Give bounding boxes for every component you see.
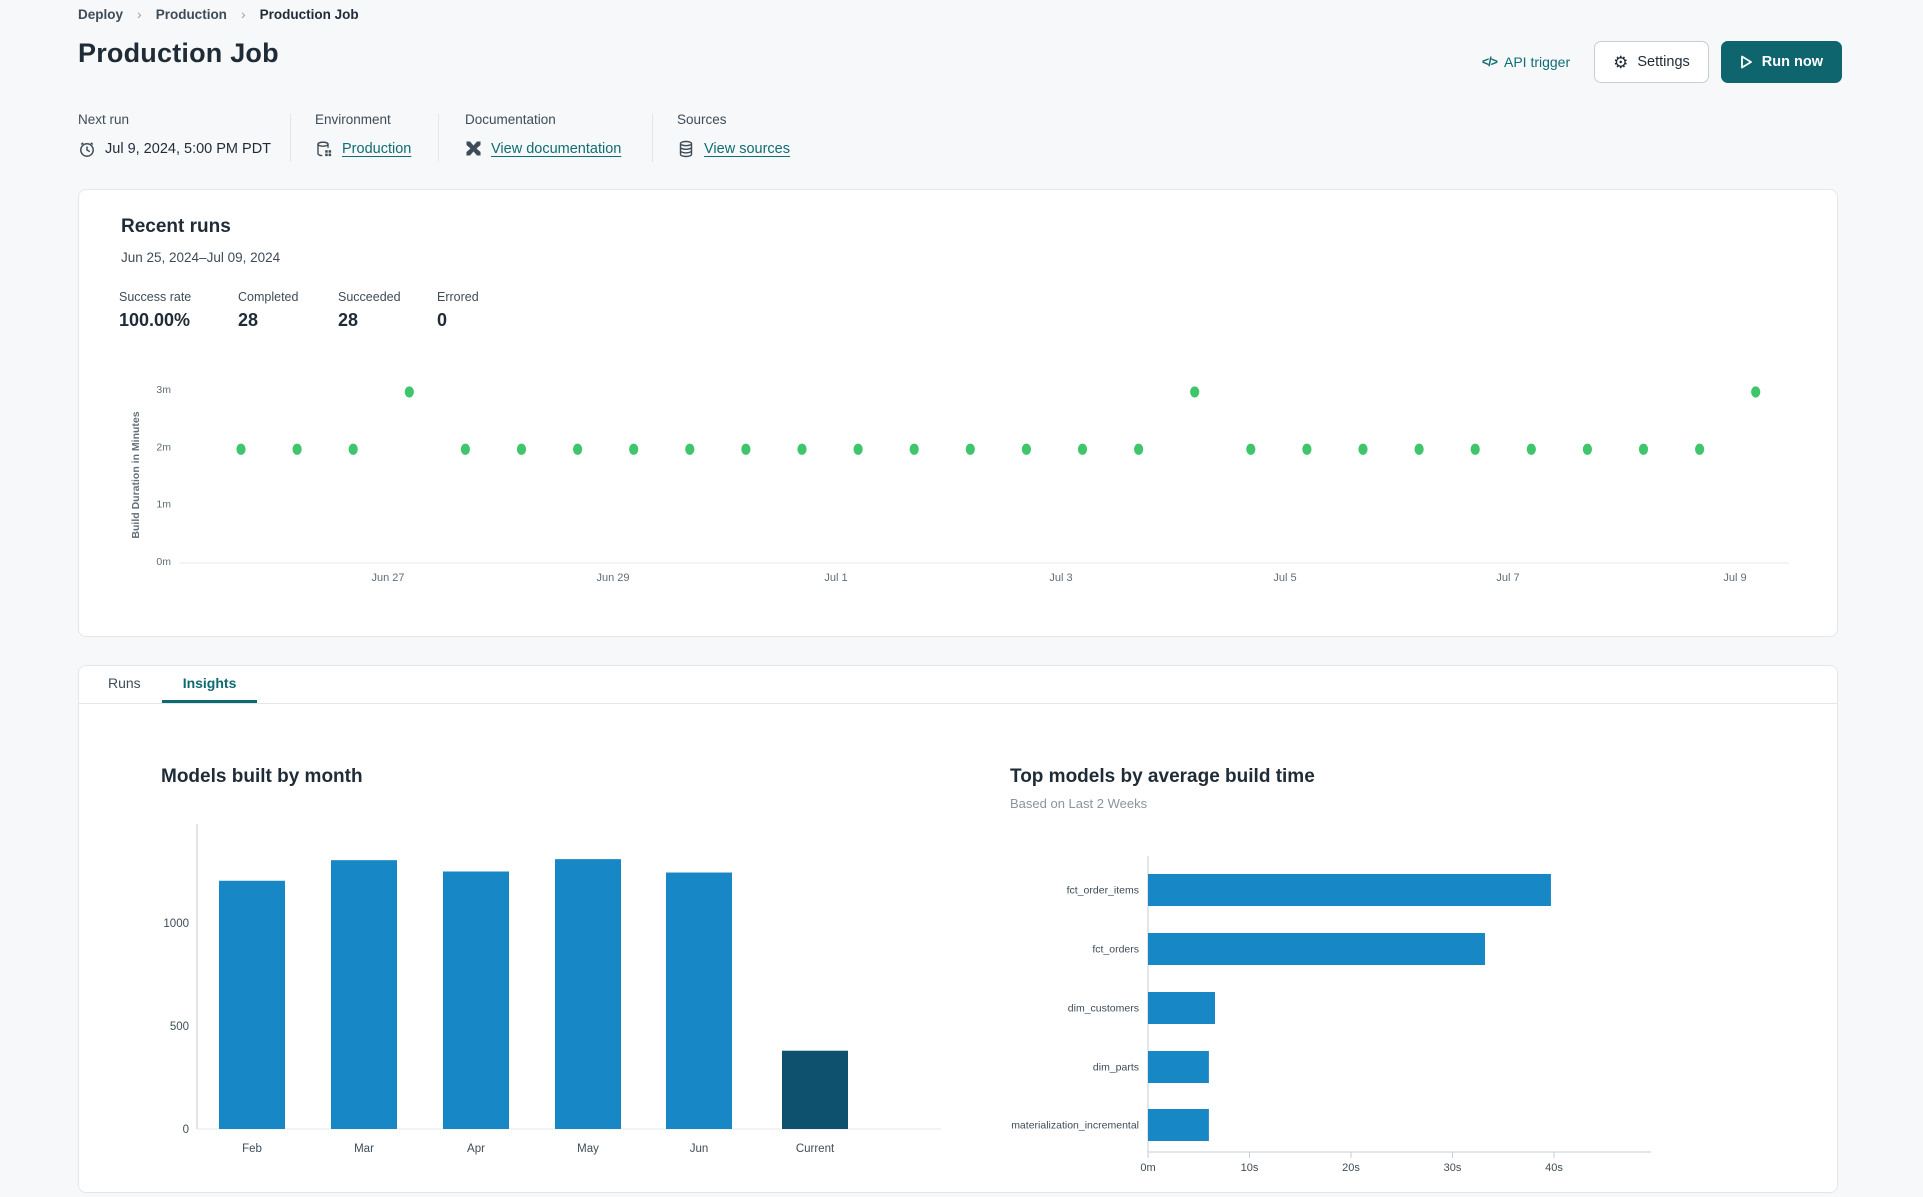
- svg-text:3m: 3m: [156, 384, 171, 396]
- svg-text:Jul 7: Jul 7: [1496, 572, 1519, 584]
- api-trigger-link[interactable]: </> API trigger: [1482, 54, 1570, 70]
- stat-completed: Completed 28: [238, 290, 298, 331]
- recent-runs-title: Recent runs: [121, 216, 231, 237]
- chevron-right-icon: ›: [137, 6, 142, 22]
- svg-text:Jul 1: Jul 1: [824, 572, 847, 584]
- breadcrumb-production[interactable]: Production: [156, 7, 227, 22]
- dbt-docs-icon: [465, 140, 482, 157]
- models-built-by-month-chart[interactable]: 0 500 1000 Feb Mar Apr May Jun Current: [141, 818, 961, 1166]
- recent-runs-date-range: Jun 25, 2024–Jul 09, 2024: [121, 250, 281, 265]
- view-documentation-link[interactable]: View documentation: [491, 141, 621, 157]
- stat-label: Completed: [238, 290, 299, 304]
- environment-link[interactable]: Production: [342, 141, 411, 157]
- models-built-chart-title: Models built by month: [161, 766, 363, 787]
- divider: [438, 114, 439, 162]
- stat-succeeded: Succeeded 28: [338, 290, 401, 331]
- svg-text:Current: Current: [796, 1143, 835, 1155]
- svg-text:20s: 20s: [1342, 1162, 1360, 1174]
- svg-text:Jul 5: Jul 5: [1273, 572, 1296, 584]
- svg-text:Jun 29: Jun 29: [596, 572, 629, 584]
- meta-documentation: Documentation View documentation: [465, 112, 621, 157]
- stat-success-rate: Success rate 100.00%: [119, 290, 191, 331]
- stat-label: Succeeded: [338, 290, 401, 304]
- svg-text:May: May: [577, 1143, 599, 1155]
- play-icon: [1740, 55, 1752, 69]
- svg-text:fct_orders: fct_orders: [1092, 944, 1139, 956]
- svg-text:0m: 0m: [156, 556, 171, 568]
- meta-label: Documentation: [465, 112, 556, 127]
- svg-text:fct_order_items: fct_order_items: [1067, 885, 1139, 897]
- tab-runs[interactable]: Runs: [87, 666, 162, 703]
- svg-text:10s: 10s: [1241, 1162, 1259, 1174]
- svg-text:dim_parts: dim_parts: [1093, 1062, 1139, 1074]
- environment-icon: [315, 140, 333, 158]
- svg-text:500: 500: [170, 1021, 189, 1033]
- database-icon: [677, 140, 695, 158]
- next-run-value: Jul 9, 2024, 5:00 PM PDT: [105, 141, 272, 157]
- top-models-chart-title: Top models by average build time: [1010, 766, 1315, 787]
- run-now-label: Run now: [1761, 54, 1823, 70]
- svg-text:0: 0: [183, 1124, 189, 1136]
- recent-runs-card: Recent runs Jun 25, 2024–Jul 09, 2024 Su…: [78, 189, 1838, 637]
- settings-label: Settings: [1637, 54, 1690, 70]
- meta-next-run: Next run Jul 9, 2024, 5:00 PM PDT: [78, 112, 271, 158]
- svg-text:1000: 1000: [163, 918, 189, 930]
- svg-text:Mar: Mar: [354, 1143, 374, 1155]
- api-trigger-label: API trigger: [1503, 54, 1571, 70]
- svg-text:Build Duration in Minutes: Build Duration in Minutes: [130, 411, 142, 538]
- svg-text:Jun: Jun: [690, 1143, 709, 1155]
- view-sources-link[interactable]: View sources: [704, 141, 790, 157]
- code-icon: </>: [1481, 55, 1498, 69]
- header-actions: </> API trigger ⚙ Settings Run now: [1482, 41, 1842, 83]
- svg-text:Apr: Apr: [467, 1143, 485, 1155]
- svg-text:2m: 2m: [156, 441, 171, 453]
- svg-text:materialization_incremental: materialization_incremental: [1011, 1120, 1139, 1132]
- stat-errored: Errored 0: [437, 290, 479, 331]
- stat-label: Success rate: [119, 290, 192, 304]
- meta-label: Environment: [315, 112, 391, 127]
- stat-value: 28: [238, 310, 259, 330]
- run-now-button[interactable]: Run now: [1720, 41, 1842, 83]
- meta-label: Sources: [677, 112, 727, 127]
- svg-text:40s: 40s: [1545, 1162, 1563, 1174]
- gear-icon: ⚙: [1613, 52, 1629, 72]
- meta-sources: Sources View sources: [677, 112, 790, 158]
- stat-value: 100.00%: [119, 310, 191, 330]
- top-models-by-build-time-chart[interactable]: 0m 10s 20s 30s 40s fct_order_items fct_ordersd…: [991, 818, 1791, 1186]
- stat-value: 0: [437, 310, 448, 330]
- svg-text:0m: 0m: [1140, 1162, 1155, 1174]
- svg-text:dim_customers: dim_customers: [1068, 1003, 1139, 1015]
- breadcrumb-production-job: Production Job: [259, 6, 359, 22]
- svg-text:30s: 30s: [1444, 1162, 1462, 1174]
- divider: [652, 114, 653, 162]
- insights-card: Runs Insights Models built by month 0 500…: [78, 665, 1838, 1193]
- svg-text:1m: 1m: [156, 499, 171, 511]
- meta-environment: Environment Production: [315, 112, 411, 158]
- meta-label: Next run: [78, 112, 130, 127]
- settings-button[interactable]: ⚙ Settings: [1594, 41, 1709, 83]
- breadcrumb: Deploy › Production › Production Job: [78, 6, 359, 22]
- chevron-right-icon: ›: [240, 6, 246, 22]
- tab-bar: Runs Insights: [79, 666, 1837, 704]
- svg-text:Jul 9: Jul 9: [1723, 572, 1746, 584]
- top-models-chart-subtitle: Based on Last 2 Weeks: [1010, 796, 1148, 811]
- breadcrumb-deploy[interactable]: Deploy: [78, 7, 123, 22]
- production-job-page: Deploy › Production › Production Job Pro…: [0, 0, 1923, 1197]
- tab-insights[interactable]: Insights: [161, 666, 258, 703]
- svg-text:Jul 3: Jul 3: [1049, 572, 1072, 584]
- build-duration-scatter-chart[interactable]: 0m 1m 2m 3m Build Duration in Minutes Jun 27 J…: [99, 370, 1819, 632]
- page-title: Production Job: [78, 38, 279, 68]
- divider: [290, 114, 291, 162]
- svg-text:Jun 27: Jun 27: [371, 572, 404, 584]
- stat-label: Errored: [437, 290, 479, 304]
- stat-value: 28: [338, 310, 359, 330]
- svg-text:Feb: Feb: [242, 1143, 262, 1155]
- clock-icon: [78, 140, 96, 158]
